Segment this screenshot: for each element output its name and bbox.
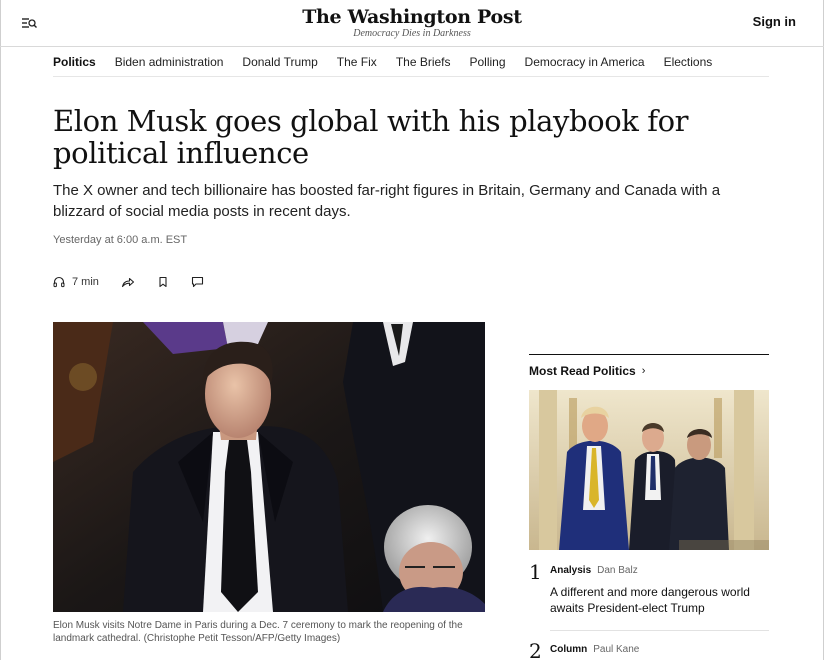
most-read-title-link[interactable]: Most Read Politics ›: [529, 363, 769, 379]
site-tagline: Democracy Dies in Darkness: [353, 28, 471, 39]
listen-button[interactable]: 7 min: [53, 276, 99, 288]
most-read-kicker: Column Paul Kane: [550, 644, 639, 655]
item-author[interactable]: Dan Balz: [597, 565, 638, 576]
share-button[interactable]: [121, 276, 135, 288]
most-read-item[interactable]: 2 Column Paul Kane: [529, 639, 769, 660]
section-nav-item[interactable]: The Fix: [337, 55, 377, 69]
section-nav-item[interactable]: Democracy in America: [525, 55, 645, 69]
article-tools: 7 min: [53, 272, 226, 292]
site-logo[interactable]: The Washington Post: [0, 6, 824, 28]
section-nav-item[interactable]: The Briefs: [396, 55, 451, 69]
divider: [550, 630, 769, 631]
section-nav-item[interactable]: Politics: [53, 55, 96, 69]
masthead[interactable]: The Washington Post Democracy Dies in Da…: [0, 6, 824, 40]
image-caption: Elon Musk visits Notre Dame in Paris dur…: [53, 620, 463, 644]
most-read-kicker: Analysis Dan Balz: [550, 565, 638, 576]
most-read-title: Most Read Politics: [529, 364, 636, 378]
listen-duration: 7 min: [72, 276, 99, 288]
comment-button[interactable]: [191, 276, 204, 288]
article-dek: The X owner and tech billionaire has boo…: [53, 182, 721, 220]
most-read-headline[interactable]: A different and more dangerous world awa…: [550, 584, 765, 616]
item-author[interactable]: Paul Kane: [593, 644, 639, 655]
save-button[interactable]: [157, 276, 169, 288]
item-label: Analysis: [550, 565, 592, 576]
bookmark-icon: [159, 276, 167, 288]
article-timestamp: Yesterday at 6:00 a.m. EST: [53, 234, 188, 246]
sign-in-button[interactable]: Sign in: [753, 14, 796, 29]
chevron-right-icon: ›: [641, 365, 646, 377]
site-header: The Washington Post Democracy Dies in Da…: [0, 0, 824, 47]
comment-icon: [191, 276, 203, 288]
section-nav-item[interactable]: Elections: [664, 55, 713, 69]
most-read-sidebar: Most Read Politics › 1 Analysis Dan Balz…: [529, 354, 769, 660]
most-read-image[interactable]: [529, 390, 769, 550]
sidebar-top-rule: [529, 354, 769, 355]
article-lead-image[interactable]: [53, 322, 485, 612]
most-read-rank: 2: [529, 639, 542, 660]
section-nav: Politics Biden administration Donald Trump…: [53, 47, 769, 77]
item-label: Column: [550, 644, 588, 655]
most-read-item[interactable]: 1 Analysis Dan Balz A different and more …: [529, 560, 769, 624]
section-nav-item[interactable]: Polling: [470, 55, 506, 69]
share-icon: [121, 277, 134, 288]
section-nav-item[interactable]: Donald Trump: [242, 55, 317, 69]
section-nav-item[interactable]: Biden administration: [115, 55, 224, 69]
headphones-icon: [53, 276, 65, 288]
most-read-rank: 1: [529, 560, 542, 584]
article-headline: Elon Musk goes global with his playbook …: [53, 104, 689, 170]
